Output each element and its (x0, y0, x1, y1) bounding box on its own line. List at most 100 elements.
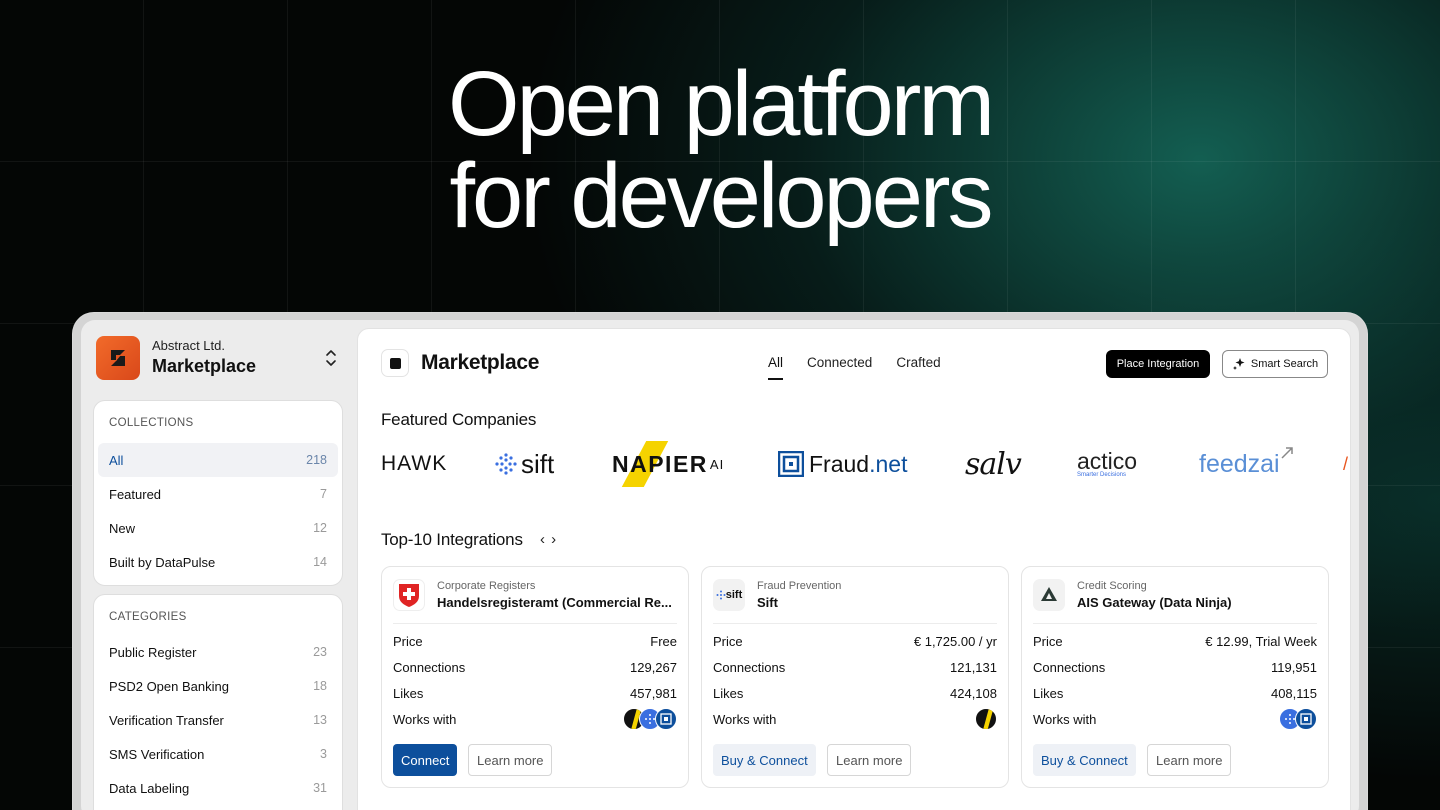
logo-text: actico (1077, 448, 1138, 474)
collection-count: 218 (306, 453, 327, 467)
connections-label: Connections (1033, 659, 1106, 675)
likes-value: 408,115 (1270, 685, 1317, 701)
connect-button[interactable]: Connect (393, 744, 458, 776)
category-label: SMS Verification (109, 746, 205, 762)
logo-napier[interactable]: NAPIER AI (612, 439, 724, 489)
logo-sift[interactable]: sift (494, 439, 554, 489)
card-category: Credit Scoring (1077, 580, 1147, 592)
tab-all[interactable]: All (768, 355, 784, 380)
logo-text: feedzai (1199, 449, 1280, 478)
logo-suffix: AI (709, 456, 725, 472)
sparkle-icon (1232, 358, 1245, 370)
logo-suffix: .net (869, 450, 908, 477)
buy-and-connect-button[interactable]: Buy & Connect (1033, 744, 1136, 776)
connections-label: Connections (713, 659, 786, 675)
logo-text: NAPIER (612, 450, 708, 477)
connections-row: Connections 129,267 (393, 657, 677, 677)
smart-search-button[interactable]: Smart Search (1222, 350, 1328, 378)
integration-card[interactable]: Credit Scoring AIS Gateway (Data Ninja) … (1021, 566, 1329, 788)
tab-connected[interactable]: Connected (807, 355, 872, 380)
logo-text: salv (965, 446, 1022, 482)
works-with-icons (1279, 708, 1317, 730)
category-item-verification-transfer[interactable]: Verification Transfer 13 (98, 703, 338, 737)
collection-count: 7 (320, 487, 327, 501)
card-title: AIS Gateway (Data Ninja) (1077, 595, 1232, 610)
integration-card[interactable]: sift Fraud Prevention Sift Price € 1,725… (701, 566, 1009, 788)
category-item-sms-verification[interactable]: SMS Verification 3 (98, 737, 338, 771)
card-header: Corporate Registers Handelsregisteramt (… (393, 578, 677, 624)
org-switcher[interactable]: Abstract Ltd. Marketplace (96, 336, 341, 382)
card-title: Sift (757, 595, 778, 610)
ais-gateway-logo-icon (1033, 579, 1065, 611)
card-category: Corporate Registers (437, 580, 536, 592)
price-label: Price (1033, 633, 1063, 649)
category-count: 18 (313, 679, 327, 693)
logo-actico[interactable]: actico Smarter Decisions (1077, 439, 1137, 489)
logo-partial: / (1343, 453, 1349, 474)
hero-headline: Open platform for developers (0, 58, 1440, 242)
integration-card[interactable]: Corporate Registers Handelsregisteramt (… (381, 566, 689, 788)
featured-title: Featured Companies (381, 410, 537, 429)
works-with-row: Works with (393, 708, 677, 730)
company-logo-icon (96, 336, 140, 380)
card-category: Fraud Prevention (757, 580, 842, 592)
featured-logos: HAWK sift NAPIER AI Fraud .net salv acti… (381, 439, 1350, 489)
tab-crafted[interactable]: Crafted (896, 355, 940, 380)
tab-bar: All Connected Crafted (768, 355, 941, 380)
company-name: Abstract Ltd. (152, 338, 225, 353)
likes-row: Likes 424,108 (713, 683, 997, 703)
category-item-data-labeling[interactable]: Data Labeling 31 (98, 771, 338, 805)
logo-salv[interactable]: salv (965, 439, 1022, 489)
learn-more-button[interactable]: Learn more (1147, 744, 1232, 776)
connections-row: Connections 121,131 (713, 657, 997, 677)
connections-value: 129,267 (630, 659, 677, 675)
category-label: PSD2 Open Banking (109, 678, 229, 694)
collection-item-all[interactable]: All 218 (98, 443, 338, 477)
collection-item-featured[interactable]: Featured 7 (98, 477, 338, 511)
logo-fraud-net[interactable]: Fraud .net (778, 439, 907, 489)
code-brackets-icon[interactable]: ‹ › (540, 531, 557, 548)
arrow-up-right-icon (1281, 447, 1293, 459)
category-count: 3 (320, 747, 327, 761)
price-value: € 1,725.00 / yr (913, 633, 997, 649)
place-integration-button[interactable]: Place Integration (1106, 350, 1210, 378)
likes-value: 424,108 (950, 685, 997, 701)
works-with-row: Works with (713, 708, 997, 730)
price-row: Price € 12.99, Trial Week (1033, 631, 1317, 651)
connections-value: 119,951 (1270, 659, 1317, 675)
buy-and-connect-button[interactable]: Buy & Connect (713, 744, 816, 776)
collection-label: New (109, 520, 136, 536)
learn-more-button[interactable]: Learn more (827, 744, 912, 776)
logo-tagline: Smarter Decisions (1077, 472, 1127, 478)
likes-label: Likes (393, 685, 424, 701)
collection-item-new[interactable]: New 12 (98, 511, 338, 545)
collection-item-built-by-datapulse[interactable]: Built by DataPulse 14 (98, 545, 338, 579)
category-count: 31 (313, 781, 327, 795)
card-header: Credit Scoring AIS Gateway (Data Ninja) (1033, 578, 1317, 624)
category-item-public-register[interactable]: Public Register 23 (98, 635, 338, 669)
learn-more-button[interactable]: Learn more (468, 744, 553, 776)
card-header: sift Fraud Prevention Sift (713, 578, 997, 624)
collections-panel: COLLECTIONS All 218 Featured 7 New 12 Bu… (93, 400, 343, 586)
fraud-net-maze-icon (778, 451, 804, 477)
category-count: 23 (313, 645, 327, 659)
price-label: Price (393, 633, 423, 649)
sift-logo-text: sift (725, 589, 743, 601)
category-label: Verification Transfer (109, 712, 224, 728)
chevron-up-down-icon[interactable] (321, 346, 341, 370)
collections-title: COLLECTIONS (109, 417, 194, 429)
price-label: Price (713, 633, 743, 649)
collection-count: 12 (313, 521, 327, 535)
app-window: Abstract Ltd. Marketplace COLLECTIONS Al… (81, 320, 1359, 810)
works-with-label: Works with (1033, 711, 1097, 727)
connections-value: 121,131 (950, 659, 997, 675)
category-item-psd2[interactable]: PSD2 Open Banking 18 (98, 669, 338, 703)
hero-line-2: for developers (449, 145, 994, 247)
works-with-icons (623, 708, 677, 730)
logo-feedzai[interactable]: feedzai (1199, 439, 1294, 489)
sift-logo-icon: sift (713, 579, 745, 611)
smart-search-label: Smart Search (1250, 358, 1319, 370)
price-row: Price € 1,725.00 / yr (713, 631, 997, 651)
connections-label: Connections (393, 659, 466, 675)
logo-hawk[interactable]: HAWK (381, 439, 447, 489)
